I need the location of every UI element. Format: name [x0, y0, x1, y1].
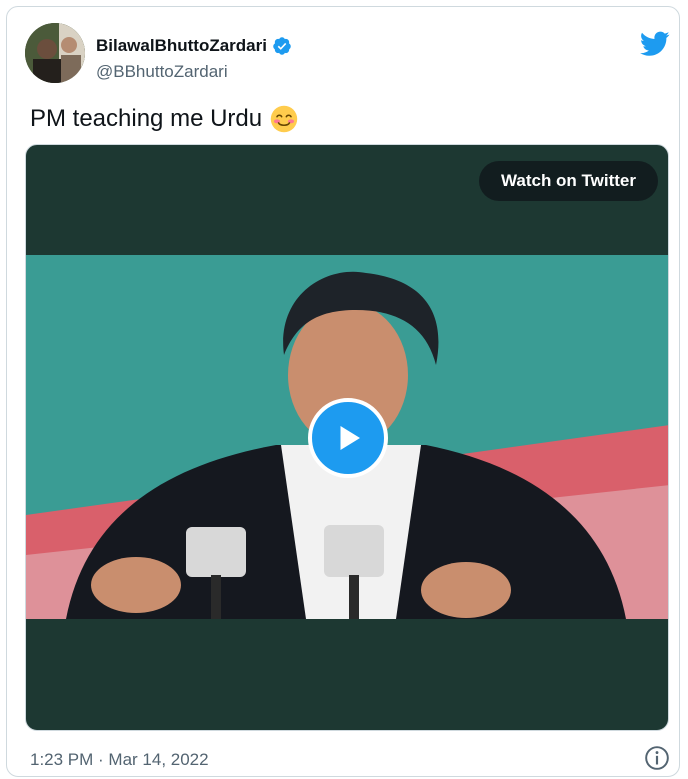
- author-handle[interactable]: @BBhuttoZardari: [96, 62, 228, 82]
- twitter-bird-icon[interactable]: [640, 31, 670, 57]
- tweet-text-content: PM teaching me Urdu: [30, 105, 263, 132]
- verified-badge-icon: [273, 37, 291, 55]
- tweet-text: PM teaching me Urdu: [30, 105, 298, 133]
- play-button[interactable]: [308, 398, 388, 478]
- tweet-timestamp[interactable]: 1:23 PM · Mar 14, 2022: [30, 750, 209, 770]
- avatar[interactable]: [25, 23, 85, 83]
- author-display-name[interactable]: BilawalBhuttoZardari: [96, 36, 267, 56]
- video-player[interactable]: Watch on Twitter: [25, 144, 669, 731]
- info-icon[interactable]: [644, 745, 670, 771]
- smiling-face-icon: [270, 105, 298, 133]
- play-icon: [340, 426, 360, 450]
- tweet-card[interactable]: BilawalBhuttoZardari @BBhuttoZardari PM …: [6, 6, 680, 777]
- watch-on-twitter-button[interactable]: Watch on Twitter: [478, 161, 658, 201]
